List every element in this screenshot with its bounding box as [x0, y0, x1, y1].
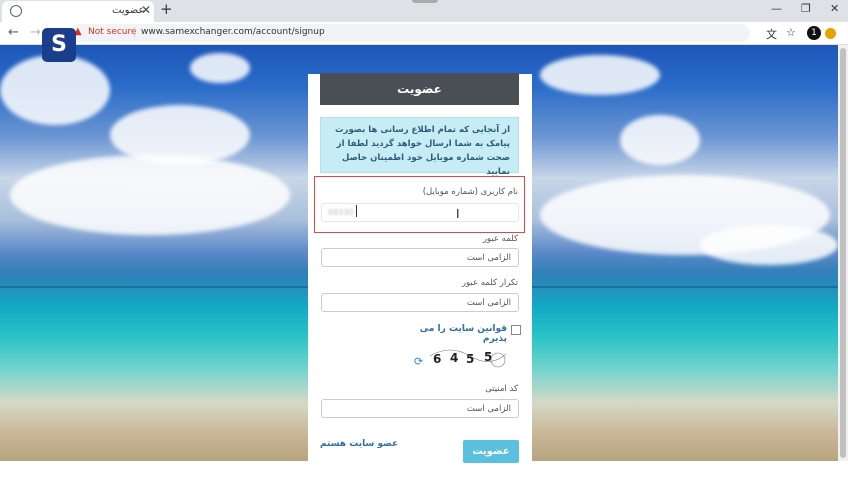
tab-strip-handle [412, 0, 438, 3]
cloud-shape [190, 53, 250, 83]
signup-submit-button[interactable]: عضویت [463, 440, 519, 463]
text-caret [356, 205, 357, 217]
site-logo[interactable]: S [42, 28, 76, 62]
tab-bar: عضویت ✕ + — ❐ ✕ [0, 0, 848, 22]
cloud-shape [10, 155, 290, 235]
security-indicator[interactable]: Not secure [88, 27, 137, 37]
scrollbar-thumb[interactable] [840, 48, 846, 458]
security-code-input[interactable]: الزامی است [321, 399, 519, 418]
address-bar-row: ← → C ▲ Not secure www.samexchanger.com/… [0, 22, 848, 45]
info-alert: از آنجایی که تمام اطلاع رسانی ها بصورت پ… [320, 117, 519, 177]
minimize-button[interactable]: — [771, 2, 782, 15]
browser-tab[interactable]: عضویت ✕ [2, 1, 154, 22]
cloud-shape [0, 55, 110, 125]
captcha-image: 6 4 5 5 [430, 348, 506, 370]
security-code-label: کد امنیتی [485, 384, 518, 394]
new-tab-button[interactable]: + [160, 0, 173, 18]
bookmark-star-icon[interactable]: ☆ [786, 26, 796, 39]
form-header: عضویت [320, 73, 519, 105]
cloud-shape [620, 115, 700, 165]
username-value: 09330 [328, 208, 354, 217]
divider [134, 27, 135, 37]
username-label: نام کاربری (شماره موبایل) [422, 187, 518, 197]
globe-icon [10, 5, 22, 17]
member-login-link[interactable]: عضو سایت هستم [320, 439, 398, 449]
back-icon[interactable]: ← [8, 25, 19, 40]
confirm-password-input[interactable]: الزامی است [321, 293, 519, 312]
tab-close-icon[interactable]: ✕ [141, 3, 151, 17]
maximize-button[interactable]: ❐ [801, 2, 811, 15]
extension-icon[interactable]: 1 [807, 26, 821, 40]
captcha-noise [430, 349, 506, 368]
captcha-refresh-icon[interactable]: ⟳ [414, 355, 423, 368]
cloud-shape [700, 225, 838, 265]
forward-icon[interactable]: → [30, 25, 41, 40]
url-text[interactable]: www.samexchanger.com/account/signup [141, 27, 325, 37]
cloud-shape [540, 55, 660, 95]
terms-checkbox[interactable] [511, 325, 521, 335]
password-input[interactable]: الزامی است [321, 248, 519, 267]
close-window-button[interactable]: ✕ [830, 2, 839, 15]
ibeam-cursor-icon: I [456, 207, 460, 221]
password-label: کلمه عبور [482, 234, 518, 244]
terms-label[interactable]: قوانین سایت را می پذیرم [415, 324, 507, 344]
confirm-password-label: تکرار کلمه عبور [461, 278, 518, 288]
tab-title: عضویت [112, 5, 145, 16]
translate-icon[interactable]: 文 [766, 26, 777, 42]
profile-icon[interactable] [825, 28, 836, 39]
